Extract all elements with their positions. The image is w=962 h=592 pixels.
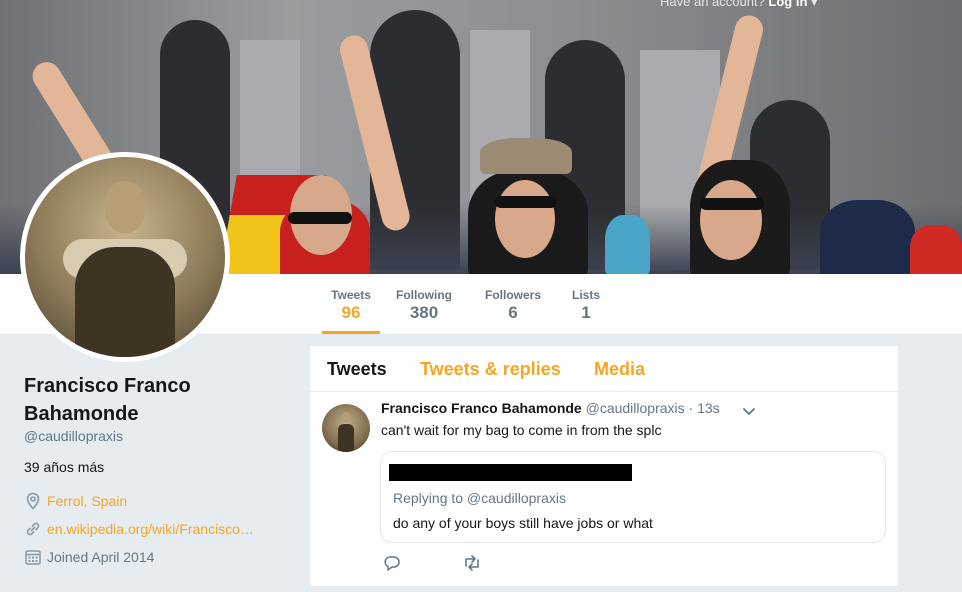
- quote-replying-to: Replying to @caudillopraxis: [393, 490, 566, 506]
- login-prompt[interactable]: Have an account? Log in ▾: [660, 0, 818, 10]
- stat-following[interactable]: Following 380: [394, 274, 454, 334]
- tweet-text: can't wait for my bag to come in from th…: [381, 422, 662, 438]
- website-link[interactable]: en.wikipedia.org/wiki/Francisco…: [47, 521, 254, 537]
- location-icon: [24, 492, 42, 510]
- tab-tweets[interactable]: Tweets: [327, 359, 387, 380]
- profile-url: en.wikipedia.org/wiki/Francisco…: [24, 520, 254, 538]
- stat-tweets[interactable]: Tweets 96: [322, 274, 380, 334]
- tweet[interactable]: Francisco Franco Bahamonde @caudilloprax…: [310, 392, 898, 592]
- quote-text: do any of your boys still have jobs or w…: [393, 515, 653, 531]
- profile-screen-name[interactable]: @caudillopraxis: [24, 428, 123, 444]
- stat-label: Lists: [571, 288, 600, 302]
- login-prompt-text: Have an account?: [660, 0, 765, 9]
- retweet-icon[interactable]: [462, 554, 482, 572]
- link-icon: [24, 520, 42, 538]
- redacted-block: [389, 464, 632, 481]
- tweet-actions: [382, 554, 542, 572]
- profile-name-line1: Francisco Franco: [24, 375, 191, 397]
- profile-name-line2: Bahamonde: [24, 403, 139, 425]
- tab-media[interactable]: Media: [594, 359, 645, 380]
- tab-tweets-replies[interactable]: Tweets & replies: [420, 359, 561, 380]
- tweet-header: Francisco Franco Bahamonde @caudilloprax…: [381, 400, 720, 416]
- profile-avatar[interactable]: [20, 152, 230, 362]
- tweet-timestamp[interactable]: · 13s: [689, 400, 720, 416]
- stat-lists[interactable]: Lists 1: [568, 274, 604, 334]
- stat-label: Following: [396, 288, 452, 302]
- stat-value: 380: [409, 303, 439, 322]
- chevron-down-icon[interactable]: [742, 404, 756, 418]
- stat-label: Followers: [484, 288, 541, 302]
- timeline: Tweets Tweets & replies Media Francisco …: [310, 346, 898, 586]
- stat-value: 6: [508, 303, 518, 322]
- stat-value: 96: [341, 303, 361, 322]
- joined-date: Joined April 2014: [47, 549, 155, 565]
- timeline-tabs: Tweets Tweets & replies Media: [310, 346, 898, 392]
- reply-icon[interactable]: [382, 554, 402, 572]
- profile-joined: Joined April 2014: [24, 548, 154, 566]
- login-link[interactable]: Log in: [768, 0, 807, 9]
- avatar-image: [25, 157, 225, 357]
- chevron-down-icon: ▾: [811, 0, 818, 9]
- quoted-tweet[interactable]: Replying to @caudillopraxis do any of yo…: [380, 451, 886, 543]
- tweet-author-handle[interactable]: @caudillopraxis: [586, 400, 685, 416]
- tweet-avatar[interactable]: [322, 404, 370, 452]
- profile-location: Ferrol, Spain: [24, 492, 127, 510]
- profile-bio: 39 años más: [24, 459, 105, 475]
- tweet-author-name[interactable]: Francisco Franco Bahamonde: [381, 400, 582, 416]
- stat-value: 1: [581, 303, 591, 322]
- stat-followers[interactable]: Followers 6: [482, 274, 544, 334]
- stat-label: Tweets: [331, 288, 371, 302]
- location-link[interactable]: Ferrol, Spain: [47, 493, 127, 509]
- profile-name[interactable]: Francisco Franco Bahamonde: [24, 372, 264, 428]
- calendar-icon: [24, 548, 42, 566]
